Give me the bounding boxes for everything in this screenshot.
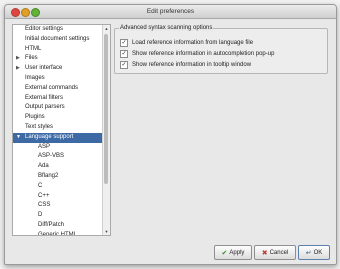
disclosure-expanded-icon[interactable]: ▼: [16, 133, 21, 143]
tree-item-label: Generic HTML: [38, 231, 78, 235]
tree-item[interactable]: Plugins: [13, 113, 103, 123]
ok-button[interactable]: ↵ OK: [298, 245, 330, 260]
disclosure-collapsed-icon[interactable]: ▶: [16, 64, 20, 74]
load-reference-checkbox[interactable]: ✓: [120, 38, 128, 47]
tree-item-label: Files: [25, 55, 38, 62]
tree-item-label: External filters: [25, 94, 64, 101]
tree-item[interactable]: ▼ Language support: [13, 132, 103, 143]
tree-item-label: Initial document settings: [25, 35, 90, 42]
cancel-x-icon: ✖: [261, 249, 268, 257]
tree-item-label: C++: [38, 192, 50, 199]
tree-item[interactable]: External filters: [13, 94, 103, 104]
tree-item-label: D: [38, 212, 43, 219]
tree-item-label: Bflang2: [38, 172, 59, 179]
checkmark-icon: ✔: [221, 249, 228, 257]
autocompletion-reference-checkbox[interactable]: ✓: [120, 49, 128, 58]
apply-label: Apply: [229, 249, 245, 256]
tree-item[interactable]: Editor settings: [13, 25, 103, 35]
tree-item-label: User interface: [25, 65, 63, 72]
tree-item[interactable]: Initial document settings: [13, 35, 103, 45]
sidebar-scrollbar[interactable]: ▲ ▼: [102, 25, 110, 235]
preferences-window: Edit preferences Editor settings Initial …: [4, 4, 337, 265]
window-title: Edit preferences: [146, 8, 195, 15]
tree-item[interactable]: Text styles: [13, 123, 103, 133]
cancel-label: Cancel: [269, 249, 289, 256]
scroll-up-arrow-icon[interactable]: ▲: [103, 25, 110, 32]
tree-item-label: Language support: [25, 133, 74, 140]
tree-item[interactable]: HTML: [13, 45, 103, 55]
apply-button[interactable]: ✔ Apply: [214, 245, 252, 260]
title-bar: Edit preferences: [5, 5, 336, 19]
tree-item[interactable]: Output parsers: [13, 103, 103, 113]
tree-item[interactable]: ASP-VBS: [13, 152, 103, 162]
tree-item[interactable]: ▶ User interface: [13, 64, 103, 74]
group-label: Advanced syntax scanning options: [119, 25, 214, 31]
settings-panel: Advanced syntax scanning options ✓ Load …: [114, 24, 328, 234]
ok-label: OK: [313, 249, 323, 256]
tree-item-label: Ada: [38, 163, 49, 170]
disclosure-collapsed-icon[interactable]: ▶: [16, 54, 20, 64]
tree-item-label: Images: [25, 74, 45, 81]
tree-item[interactable]: CSS: [13, 201, 103, 211]
tree-item[interactable]: ▶ Files: [13, 54, 103, 64]
option-label: Show reference information in autocomple…: [132, 50, 275, 57]
return-icon: ↵: [305, 249, 312, 257]
tree-item-label: HTML: [25, 45, 42, 52]
tree-item-label: CSS: [38, 202, 51, 209]
option-label: Show reference information in tooltip wi…: [132, 61, 252, 68]
tree-item[interactable]: Bflang2: [13, 172, 103, 182]
category-tree: Editor settings Initial document settings…: [13, 25, 103, 235]
tree-item-label: Text styles: [25, 123, 54, 130]
tree-item[interactable]: Images: [13, 74, 103, 84]
tree-item[interactable]: C++: [13, 192, 103, 202]
option-load-reference[interactable]: ✓ Load reference information from langua…: [120, 37, 322, 48]
tree-item[interactable]: External commands: [13, 84, 103, 94]
tree-item-label: Plugins: [25, 114, 45, 121]
tree-item-label: Output parsers: [25, 104, 65, 111]
option-autocompletion-reference[interactable]: ✓ Show reference information in autocomp…: [120, 48, 322, 59]
scrollbar-thumb[interactable]: [104, 34, 108, 184]
option-label: Load reference information from language…: [132, 39, 254, 46]
tree-item[interactable]: Diff/Patch: [13, 221, 103, 231]
tree-item-label: Editor settings: [25, 26, 64, 32]
tree-item[interactable]: Ada: [13, 162, 103, 172]
tree-item[interactable]: C: [13, 182, 103, 192]
advanced-syntax-group: Advanced syntax scanning options ✓ Load …: [114, 25, 328, 74]
tree-item-label: Diff/Patch: [38, 221, 64, 228]
tree-item-label: C: [38, 182, 43, 189]
tooltip-reference-checkbox[interactable]: ✓: [120, 60, 128, 69]
tree-item[interactable]: Generic HTML: [13, 231, 103, 235]
tree-item[interactable]: D: [13, 211, 103, 221]
option-tooltip-reference[interactable]: ✓ Show reference information in tooltip …: [120, 59, 322, 70]
tree-item[interactable]: ASP: [13, 143, 103, 153]
tree-item-label: External commands: [25, 84, 79, 91]
tree-item-label: ASP-VBS: [38, 153, 65, 160]
preferences-sidebar: Editor settings Initial document settings…: [12, 24, 111, 236]
dialog-footer: ✔ Apply ✖ Cancel ↵ OK: [5, 238, 336, 264]
cancel-button[interactable]: ✖ Cancel: [254, 245, 296, 260]
tree-item-label: ASP: [38, 143, 51, 150]
scroll-down-arrow-icon[interactable]: ▼: [103, 228, 110, 235]
